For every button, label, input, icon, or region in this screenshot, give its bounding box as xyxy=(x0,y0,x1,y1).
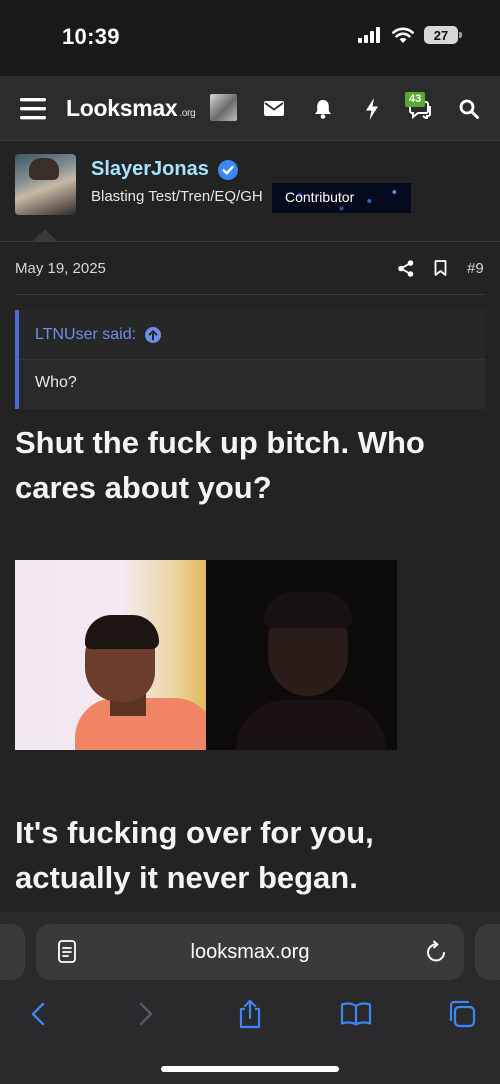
quote-block: LTNUser said: Who? xyxy=(15,310,485,409)
post-date[interactable]: May 19, 2025 xyxy=(15,260,106,277)
bookmark-icon[interactable] xyxy=(430,256,450,280)
post-number-link[interactable]: #9 xyxy=(467,260,484,277)
quote-header[interactable]: LTNUser said: xyxy=(19,310,485,360)
forward-icon[interactable] xyxy=(124,996,168,1032)
logo-text: Looksmax xyxy=(66,95,178,121)
chat-icon[interactable] xyxy=(408,76,434,141)
tabs-icon[interactable] xyxy=(440,996,484,1032)
back-icon[interactable] xyxy=(16,996,60,1032)
author-name-text: SlayerJonas xyxy=(91,158,209,180)
arrow-up-circle-icon[interactable] xyxy=(145,326,162,343)
verified-icon xyxy=(217,159,238,180)
author-avatar[interactable] xyxy=(15,154,76,215)
url-text: looksmax.org xyxy=(190,940,310,963)
post-image-2[interactable] xyxy=(206,560,397,750)
site-navbar: Looksmax .org 43 xyxy=(0,76,500,141)
logo-suffix: .org xyxy=(179,108,196,119)
post-image-1[interactable] xyxy=(15,560,206,750)
quote-author[interactable]: LTNUser said: xyxy=(35,326,136,344)
actions-divider xyxy=(15,294,485,295)
bell-icon[interactable] xyxy=(312,76,334,141)
author-pointer xyxy=(33,229,57,241)
search-icon[interactable] xyxy=(458,76,480,141)
share-sheet-icon[interactable] xyxy=(228,996,272,1032)
post-text-2: It's fucking over for you, actually it n… xyxy=(15,815,374,895)
author-title: Blasting Test/Tren/EQ/GH xyxy=(91,188,263,205)
author-username[interactable]: SlayerJonas xyxy=(91,158,239,181)
site-logo[interactable]: Looksmax .org xyxy=(66,76,196,141)
share-icon[interactable] xyxy=(396,256,416,280)
quote-text: Who? xyxy=(35,374,77,391)
status-icons: 27 xyxy=(358,26,462,44)
menu-icon[interactable] xyxy=(20,76,46,141)
reload-icon[interactable] xyxy=(426,940,448,964)
status-time: 10:39 xyxy=(62,24,120,49)
bookmarks-icon[interactable] xyxy=(334,996,378,1032)
header-divider xyxy=(0,241,500,242)
battery-indicator: 27 xyxy=(424,26,462,44)
contributor-badge: Contributor xyxy=(272,183,411,213)
previous-tab-pill[interactable] xyxy=(0,924,25,980)
next-tab-pill[interactable] xyxy=(475,924,500,980)
status-bar: 10:39 27 xyxy=(0,0,500,76)
home-indicator xyxy=(161,1066,339,1072)
bolt-icon[interactable] xyxy=(362,76,382,141)
account-avatar[interactable] xyxy=(210,94,237,121)
wifi-icon xyxy=(392,27,414,43)
post-text-1: Shut the fuck up bitch. Who cares about … xyxy=(15,425,425,505)
alerts-badge: 43 xyxy=(405,92,426,107)
mail-icon[interactable] xyxy=(263,76,285,141)
signal-icon xyxy=(358,27,380,43)
address-bar[interactable]: looksmax.org xyxy=(36,924,464,980)
